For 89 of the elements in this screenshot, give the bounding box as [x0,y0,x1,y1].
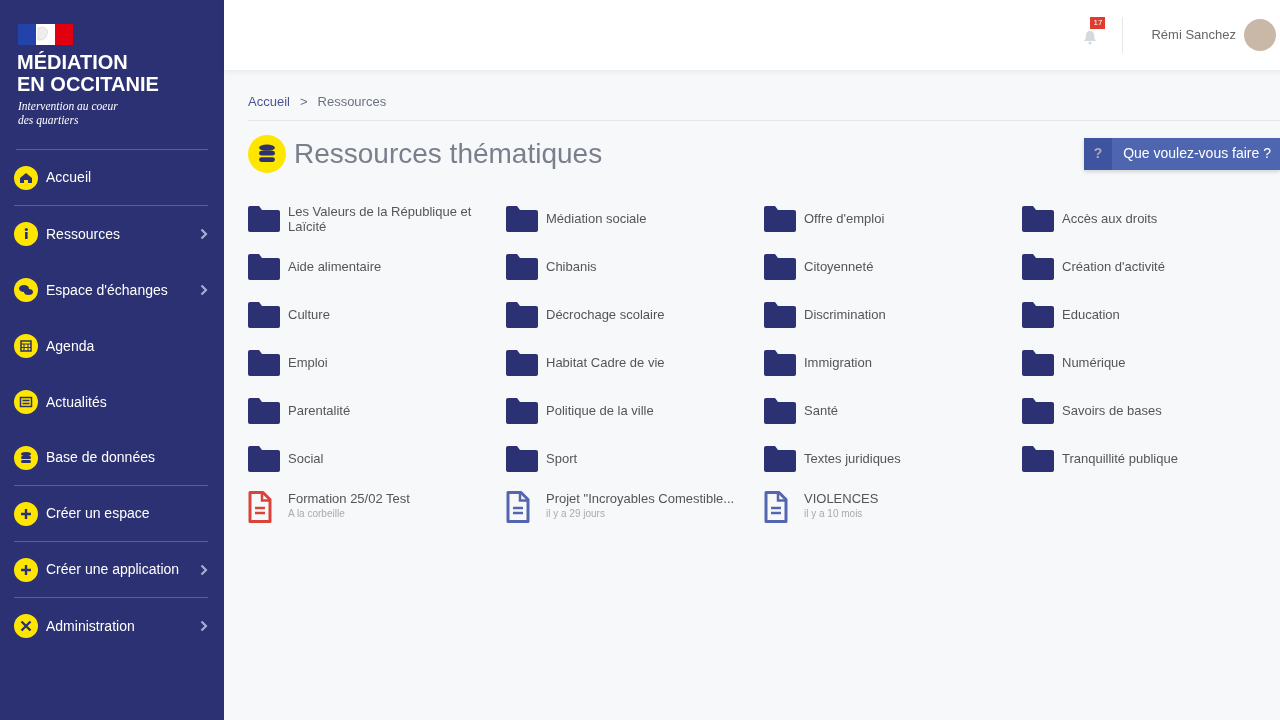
folder-icon [248,301,280,328]
folder-icon [764,205,796,232]
folder-icon [1022,445,1054,472]
folder-name[interactable]: Accès aux droits [1062,211,1158,226]
folder-name[interactable]: Politique de la ville [546,403,654,418]
folder-name[interactable]: Savoirs de bases [1062,403,1162,418]
folder-name[interactable]: Education [1062,307,1120,322]
brand-title: EN OCCITANIE [17,73,160,95]
folder-icon [248,253,280,280]
document-name[interactable]: Projet "Incroyables Comestible... [546,491,735,506]
home-icon [14,165,38,190]
database-icon [248,134,286,173]
folder-icon [764,397,796,424]
chevron-right-icon [200,620,208,632]
folder-icon [1022,205,1054,232]
folder-icon [248,445,280,472]
folder-name[interactable]: Emploi [288,355,328,370]
page-title: Ressources thématiques [294,136,603,171]
folder-name[interactable]: Citoyenneté [804,259,874,274]
plus-icon [14,501,38,526]
folder-icon [248,205,280,232]
folder-name[interactable]: Culture [288,307,330,322]
document-date: il y a 10 mois [804,507,864,521]
breadcrumb-current: Ressources [317,93,387,111]
folder-name[interactable]: Sport [546,451,578,466]
folder-name[interactable]: Chibanis [546,259,597,274]
folder-name[interactable]: Création d'activité [1062,259,1165,274]
folder-name[interactable]: Offre d'emploi [804,211,885,226]
folder-name[interactable]: Médiation sociale [546,211,647,226]
document-date: A la corbeille [288,507,346,521]
folder-name[interactable]: Les Valeurs de la République et Laïcité [288,203,488,234]
folder-icon [506,205,538,232]
folder-name[interactable]: Social [288,451,324,466]
brand-title: MÉDIATION [17,51,129,73]
brand-tagline: Intervention au coeur [18,99,119,113]
folder-icon [248,349,280,376]
document-name[interactable]: VIOLENCES [804,491,879,506]
brand-tagline: des quartiers [18,113,80,127]
plus-icon [14,557,38,582]
folder-icon [506,397,538,424]
sidebar-item[interactable]: Accueil [14,150,208,206]
folder-name[interactable]: Décrochage scolaire [546,307,665,322]
sidebar-item[interactable]: Administration [14,598,208,654]
folder-icon [764,301,796,328]
user-name[interactable]: Rémi Sanchez [1151,25,1236,45]
folder-name[interactable]: Santé [804,403,838,418]
folder-name[interactable]: Textes juridiques [804,451,901,466]
sidebar-item[interactable]: Base de données [14,430,208,486]
folder-icon [506,445,538,472]
folder-icon [1022,253,1054,280]
chevron-right-icon [200,563,208,576]
folder-name[interactable]: Immigration [804,355,872,370]
folder-icon [1022,397,1054,424]
folder-icon [506,301,538,328]
calendar-icon [14,334,38,358]
help-button[interactable]: ? Que voulez-vous faire ? [1084,137,1280,170]
database-icon [14,445,38,470]
folder-name[interactable]: Tranquillité publique [1062,451,1178,466]
list-icon [14,390,38,414]
notification-count: 17 [1090,17,1106,29]
folder-icon [764,445,796,472]
document-date: il y a 29 jours [546,507,606,521]
document-name[interactable]: Formation 25/02 Test [288,491,410,506]
folder-icon [506,253,538,280]
sidebar-item[interactable]: Ressources [14,206,208,262]
folder-icon [1022,349,1054,376]
folder-name[interactable]: Habitat Cadre de vie [546,355,665,370]
user-avatar[interactable] [1244,19,1276,51]
breadcrumb-separator: > [299,93,308,111]
chevron-right-icon [200,228,208,240]
info-icon [14,222,38,246]
folder-icon [506,349,538,376]
folder-name[interactable]: Numérique [1062,355,1126,370]
breadcrumb-link[interactable]: Accueil [248,92,290,112]
folder-name[interactable]: Aide alimentaire [288,259,382,274]
sidebar-item[interactable]: Créer une application [14,542,208,598]
sidebar-item[interactable]: Agenda [14,318,208,374]
folder-icon [248,397,280,424]
chat-bubbles-icon [14,278,38,302]
folder-name[interactable]: Discrimination [804,307,886,322]
folder-name[interactable]: Parentalité [288,403,351,418]
sidebar-item[interactable]: Créer un espace [14,486,208,542]
folder-icon [1022,301,1054,328]
folder-icon [764,253,796,280]
chevron-right-icon [200,284,208,296]
sidebar-item[interactable]: Actualités [14,374,208,430]
sidebar-item[interactable]: Espace d'échanges [14,262,208,318]
flag-logo [18,24,73,45]
folder-icon [764,349,796,376]
